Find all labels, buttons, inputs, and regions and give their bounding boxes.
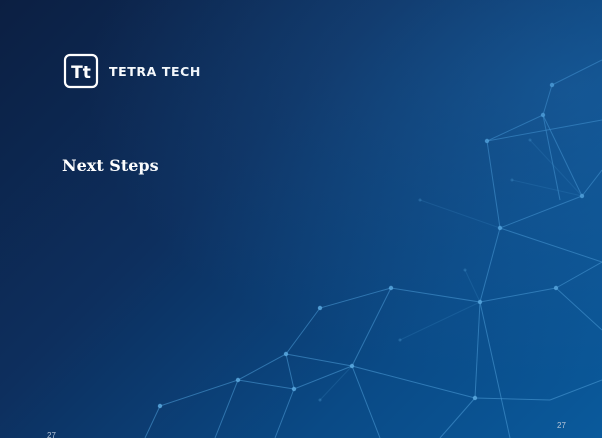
slide-title: Next Steps bbox=[62, 156, 159, 175]
company-logo: Tt TETRA TECH bbox=[63, 53, 201, 89]
presentation-slide: Tt TETRA TECH Next Steps 27 bbox=[0, 0, 602, 438]
logo-mark-text: Tt bbox=[71, 63, 91, 83]
tetra-tech-logo-icon: Tt bbox=[63, 53, 99, 89]
slide-number: 27 bbox=[557, 421, 566, 430]
brand-name: TETRA TECH bbox=[109, 63, 201, 79]
slide-stage: Tt TETRA TECH Next Steps 27 27 bbox=[0, 0, 602, 444]
page-number: 27 bbox=[47, 431, 56, 440]
